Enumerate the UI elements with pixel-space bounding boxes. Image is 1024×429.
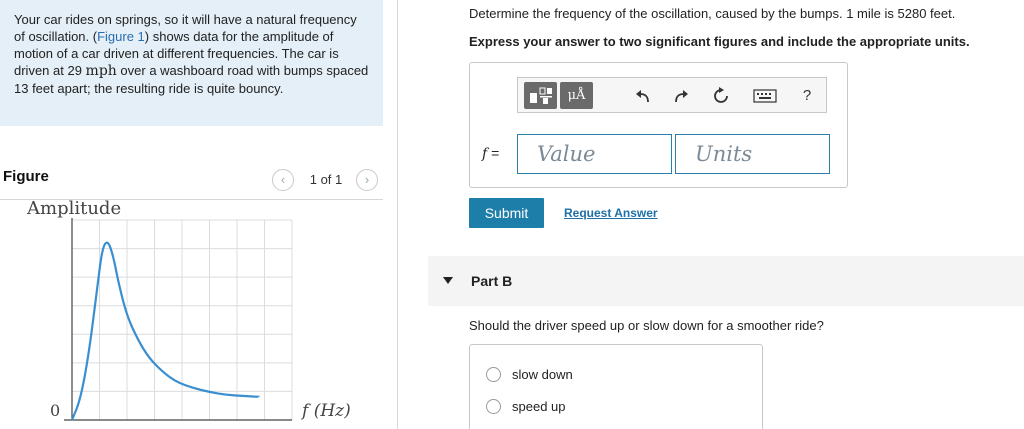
template-icon: [529, 87, 552, 104]
choices-box: slow down speed up: [469, 344, 763, 429]
choice-speed-up[interactable]: speed up: [486, 396, 566, 416]
math-toolbar: μÅ ?: [517, 77, 827, 113]
value-input[interactable]: Value: [517, 134, 672, 174]
chevron-left-icon: ‹: [280, 172, 286, 187]
y-axis-label: Amplitude: [26, 198, 121, 219]
help-button[interactable]: ?: [798, 82, 816, 109]
caret-down-icon: [443, 277, 453, 284]
answer-box: μÅ ? f = Value Units: [469, 62, 848, 188]
units-button[interactable]: μÅ: [560, 82, 593, 109]
reset-icon: [714, 86, 728, 103]
radio-button[interactable]: [486, 398, 501, 414]
template-button[interactable]: [524, 82, 557, 109]
x-axis-label: f (Hz): [300, 401, 351, 421]
part-a-question: Determine the frequency of the oscillati…: [469, 6, 956, 21]
speed-unit: mph: [85, 63, 117, 79]
redo-icon: [675, 89, 688, 102]
origin-label: 0: [50, 401, 60, 420]
amplitude-curve: [70, 241, 260, 421]
choice-label: speed up: [512, 398, 566, 414]
variable-f: f: [482, 146, 488, 162]
figure-pager-count: 1 of 1: [309, 172, 343, 187]
chevron-right-icon: ›: [364, 172, 370, 187]
keyboard-icon: [753, 88, 777, 103]
part-b-header[interactable]: Part B: [428, 256, 1024, 306]
amplitude-chart: Amplitude f (Hz) 0: [26, 198, 351, 421]
figure-prev-button[interactable]: ‹: [272, 169, 294, 191]
column-divider: [397, 0, 398, 429]
figure-label: Figure: [3, 168, 49, 185]
figure-header: Figure ‹ 1 of 1 ›: [0, 160, 383, 200]
keyboard-button[interactable]: [752, 82, 778, 109]
answer-variable-label: f =: [482, 145, 499, 162]
chart-grid: [71, 219, 293, 421]
part-b-title: Part B: [471, 273, 513, 289]
equals-sign: =: [491, 145, 500, 161]
submit-button[interactable]: Submit: [469, 198, 544, 228]
left-column: Your car rides on springs, so it will ha…: [0, 0, 398, 429]
undo-button[interactable]: [632, 82, 654, 109]
units-input[interactable]: Units: [675, 134, 830, 174]
choice-label: slow down: [512, 366, 573, 382]
radio-button[interactable]: [486, 366, 501, 382]
undo-icon: [636, 89, 649, 102]
choice-slow-down[interactable]: slow down: [486, 364, 573, 384]
redo-button[interactable]: [670, 82, 692, 109]
problem-statement: Your car rides on springs, so it will ha…: [0, 0, 383, 126]
figure-link[interactable]: Figure 1: [97, 29, 145, 44]
request-answer-link[interactable]: Request Answer: [564, 206, 658, 220]
reset-button[interactable]: [710, 82, 732, 109]
part-b-question: Should the driver speed up or slow down …: [469, 318, 824, 333]
figure-next-button[interactable]: ›: [356, 169, 378, 191]
part-a-instruction: Express your answer to two significant f…: [469, 34, 970, 49]
